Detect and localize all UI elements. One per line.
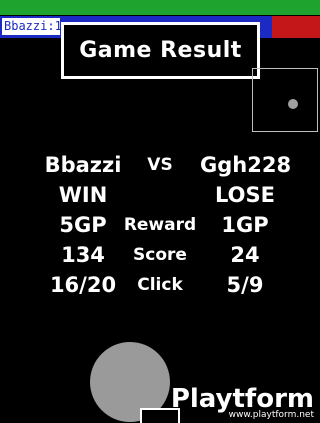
top-status-bar: [0, 0, 320, 15]
player2-click: 5/9: [226, 273, 264, 297]
minimap-ball-icon: [288, 99, 298, 109]
minimap: [252, 68, 318, 132]
vs-label: VS: [147, 155, 173, 175]
team-red-bar: [272, 16, 320, 38]
names-row: Bbazzi VS Ggh228: [0, 150, 320, 180]
watermark-url: www.playtform.net: [228, 410, 314, 420]
watermark: Playtform www.playtform.net: [168, 384, 318, 422]
player1-outcome: WIN: [58, 183, 108, 207]
game-result-title: Game Result: [61, 22, 260, 79]
player2-name: Ggh228: [200, 153, 292, 177]
reward-row: 5GP Reward 1GP: [0, 210, 320, 240]
reward-label: Reward: [123, 215, 197, 235]
click-label: Click: [137, 275, 183, 295]
player2-reward: 1GP: [221, 213, 269, 237]
click-row: 16/20 Click 5/9: [0, 270, 320, 300]
player2-score: 24: [230, 243, 260, 267]
result-stats: Bbazzi VS Ggh228 WIN LOSE 5GP Reward 1GP…: [0, 150, 320, 300]
player-tag: Bbazzi:1: [2, 18, 60, 35]
outcome-row: WIN LOSE: [0, 180, 320, 210]
player2-outcome: LOSE: [215, 183, 275, 207]
score-row: 134 Score 24: [0, 240, 320, 270]
score-label: Score: [133, 245, 187, 265]
